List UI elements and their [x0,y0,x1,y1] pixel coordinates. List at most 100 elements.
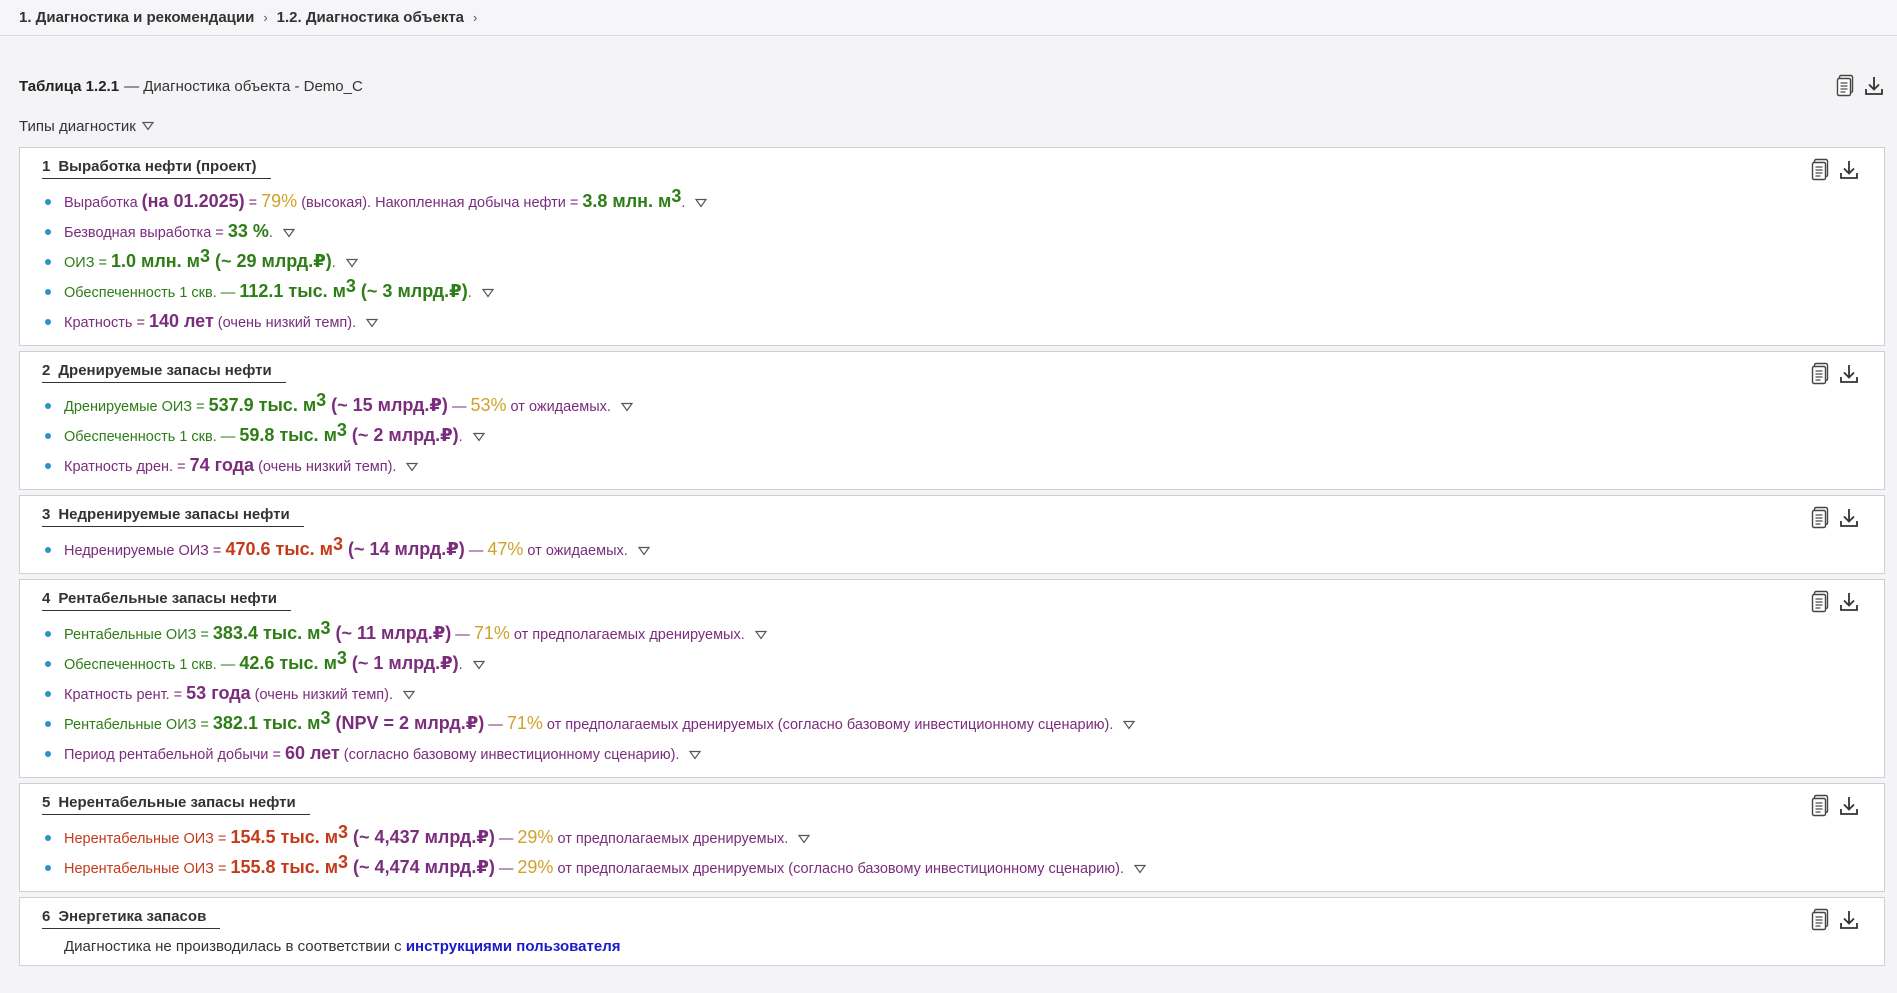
row-superscript: 3 [316,390,327,410]
triangle-down-icon[interactable] [1123,720,1135,730]
row-text: Недренируемые ОИЗ = [64,543,226,559]
row-money: (~ 14 млрд.₽) [343,539,465,559]
row-text: . [458,657,463,673]
note-text: Диагностика не производилась в соответст… [64,938,406,955]
row-value: 140 лет [148,311,214,331]
row-superscript: 3 [320,618,331,638]
breadcrumb-item-object-diagnostics[interactable]: 1.2. Диагностика объекта [277,9,464,26]
download-icon[interactable] [1838,362,1860,386]
triangle-down-icon[interactable] [689,750,701,760]
section-number: 2 [42,362,51,379]
row-text: . [331,255,336,271]
row-text: Нерентабельные ОИЗ = [64,831,231,847]
copy-document-icon[interactable] [1810,362,1832,386]
row-text: = [244,195,262,211]
list-item: Обеспеченность 1 скв. — 42.6 тыс. м3 (~ … [42,649,1866,679]
table-header: Таблица 1.2.1 — Диагностика объекта - De… [19,66,1885,106]
triangle-down-icon[interactable] [473,432,485,442]
triangle-down-icon[interactable] [798,834,810,844]
section-title: 6 Энергетика запасов [42,908,221,929]
row-text: (высокая). Накопленная добыча нефти = [297,195,583,211]
triangle-down-icon[interactable] [403,690,415,700]
row-text: от предполагаемых дренируемых (согласно … [553,861,1124,877]
triangle-down-icon[interactable] [695,198,707,208]
breadcrumb-item-diagnostics[interactable]: 1. Диагностика и рекомендации [19,9,254,26]
triangle-down-icon[interactable] [142,121,154,131]
diagnostic-types-filter[interactable]: Типы диагностик [19,110,1885,142]
row-text: от ожидаемых. [506,399,611,415]
table-code: Таблица 1.2.1 [19,77,120,95]
row-text: — [494,831,518,847]
row-percent: 29% [517,857,554,877]
row-text: (согласно базовому инвестиционному сцена… [339,747,680,763]
triangle-down-icon[interactable] [283,228,295,238]
triangle-down-icon[interactable] [755,630,767,640]
list-item: Кратность дрен. = 74 года (очень низкий … [42,451,1866,481]
row-superscript: 3 [333,534,344,554]
triangle-down-icon[interactable] [1134,864,1146,874]
row-value: 382.1 тыс. м [212,713,321,733]
list-item: Нерентабельные ОИЗ = 154.5 тыс. м3 (~ 4,… [42,823,1866,853]
row-value: 33 % [227,221,269,241]
row-text: Обеспеченность 1 скв. — [64,285,240,301]
section-number: 5 [42,794,51,811]
triangle-down-icon[interactable] [346,258,358,268]
triangle-down-icon[interactable] [621,402,633,412]
row-text: — [464,543,488,559]
section-title-text: Выработка нефти (проект) [58,158,257,175]
row-text: (очень низкий темп). [250,687,394,703]
download-icon[interactable] [1863,74,1885,98]
triangle-down-icon[interactable] [638,546,650,556]
row-value: 470.6 тыс. м [225,539,333,559]
row-text: от предполагаемых дренируемых. [509,627,745,643]
download-icon[interactable] [1838,794,1860,818]
row-money: (~ 3 млрд.₽) [355,281,468,301]
row-superscript: 3 [345,276,356,296]
row-money: (~ 2 млрд.₽) [346,425,459,445]
row-text: ОИЗ = [64,255,111,271]
copy-document-icon[interactable] [1810,794,1832,818]
section-number: 6 [42,908,51,925]
copy-document-icon[interactable] [1835,74,1857,98]
section-number: 4 [42,590,51,607]
row-value: 53 года [186,683,251,703]
page-content: Таблица 1.2.1 — Диагностика объекта - De… [0,66,1897,966]
row-date: (на 01.2025) [141,191,245,211]
section-title: 4 Рентабельные запасы нефти [42,590,292,611]
section-title: 2 Дренируемые запасы нефти [42,362,286,383]
diagnostic-types-label: Типы диагностик [19,117,136,135]
row-percent: 71% [473,623,510,643]
triangle-down-icon[interactable] [473,660,485,670]
download-icon[interactable] [1838,590,1860,614]
triangle-down-icon[interactable] [366,318,378,328]
list-item: Безводная выработка = 33 %. [42,217,1866,247]
row-text: от предполагаемых дренируемых. [553,831,789,847]
list-item: Обеспеченность 1 скв. — 112.1 тыс. м3 (~… [42,277,1866,307]
copy-document-icon[interactable] [1810,590,1832,614]
row-money: (~ 1 млрд.₽) [346,653,459,673]
row-text: — [484,717,507,733]
copy-document-icon[interactable] [1810,506,1832,530]
row-text: от ожидаемых. [523,543,628,559]
section-title-text: Нерентабельные запасы нефти [58,794,296,811]
row-text: от предполагаемых дренируемых (согласно … [542,717,1114,733]
triangle-down-icon[interactable] [482,288,494,298]
section-title-text: Дренируемые запасы нефти [58,362,272,379]
download-icon[interactable] [1838,158,1860,182]
download-icon[interactable] [1838,506,1860,530]
copy-document-icon[interactable] [1810,158,1832,182]
row-text: — [447,399,471,415]
copy-document-icon[interactable] [1810,908,1832,932]
row-percent: 71% [506,713,543,733]
row-text: — [451,627,474,643]
row-superscript: 3 [199,246,210,266]
section-actions [1810,506,1860,530]
triangle-down-icon[interactable] [406,462,418,472]
row-text: Кратность = [64,315,149,331]
row-money: (~ 29 млрд.₽) [209,251,332,271]
row-value: 74 года [189,455,255,475]
table-actions [1835,74,1885,98]
user-instructions-link[interactable]: инструкциями пользователя [406,938,621,955]
list-item: ОИЗ = 1.0 млн. м3 (~ 29 млрд.₽). [42,247,1866,277]
download-icon[interactable] [1838,908,1860,932]
